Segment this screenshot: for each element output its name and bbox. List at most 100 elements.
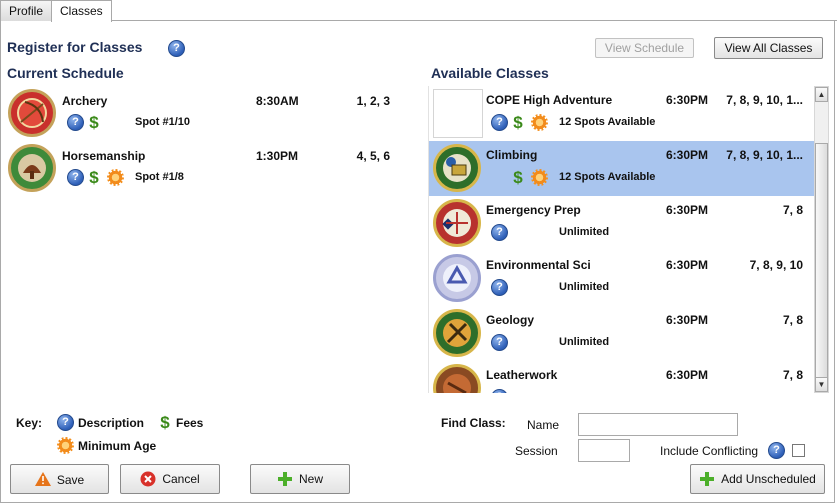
description-help-icon[interactable]: ? — [491, 389, 508, 393]
session-label: Session — [515, 444, 558, 458]
session-input[interactable] — [578, 439, 630, 462]
cancel-button[interactable]: Cancel — [120, 464, 220, 494]
availability-label: 12 Spots Available — [559, 116, 656, 128]
cope-badge-placeholder-icon — [433, 89, 483, 138]
fee-dollar-icon[interactable]: $ — [88, 169, 100, 186]
availability-label: Unlimited — [559, 281, 610, 293]
description-help-icon[interactable]: ? — [67, 169, 84, 186]
key-minimum-age-icon — [57, 437, 74, 454]
warning-icon — [34, 472, 51, 487]
description-help-icon[interactable]: ? — [491, 224, 508, 241]
available-row-climbing[interactable]: Climbing 6:30PM 7, 8, 9, 10, 1... $ 12 S… — [429, 141, 814, 196]
class-name: Horsemanship — [62, 149, 146, 163]
spot-label: Spot #1/10 — [135, 116, 191, 128]
key-fee-dollar-icon: $ — [160, 413, 170, 432]
class-sessions: 7, 8, 9, 10, 1... — [726, 148, 803, 162]
include-conflicting-label: Include Conflicting — [660, 444, 759, 458]
class-time: 6:30PM — [666, 258, 709, 272]
help-icon[interactable]: ? — [168, 40, 185, 57]
find-class-label: Find Class: — [441, 416, 506, 430]
class-name: Emergency Prep — [486, 203, 581, 217]
scroll-up-arrow-icon[interactable]: ▲ — [815, 87, 828, 102]
add-unscheduled-button[interactable]: Add Unscheduled — [690, 464, 825, 494]
description-help-icon[interactable]: ? — [491, 334, 508, 351]
minimum-age-icon[interactable] — [531, 169, 548, 186]
cancel-label: Cancel — [162, 472, 200, 486]
save-label: Save — [56, 472, 85, 487]
class-time: 8:30AM — [256, 94, 299, 108]
new-button[interactable]: New — [250, 464, 350, 494]
available-classes-list[interactable]: COPE High Adventure 6:30PM 7, 8, 9, 10, … — [428, 86, 814, 393]
plus-icon — [277, 472, 292, 486]
class-time: 6:30PM — [666, 313, 709, 327]
tab-bar: Profile Classes — [0, 0, 837, 22]
available-row-emergency-prep[interactable]: Emergency Prep 6:30PM 7, 8 ? Unlimited — [429, 196, 814, 251]
class-name: Environmental Sci — [486, 258, 591, 272]
available-row-cope[interactable]: COPE High Adventure 6:30PM 7, 8, 9, 10, … — [429, 86, 814, 141]
class-sessions: 1, 2, 3 — [356, 94, 390, 108]
minimum-age-icon[interactable] — [531, 114, 548, 131]
availability-label: Unlimited — [559, 226, 610, 238]
available-classes-heading: Available Classes — [431, 65, 549, 81]
emergency-prep-badge-icon — [433, 199, 481, 247]
save-button[interactable]: Save — [10, 464, 109, 494]
minimum-age-icon[interactable] — [107, 169, 124, 186]
class-sessions: 7, 8 — [782, 203, 803, 217]
archery-badge-icon — [8, 89, 56, 137]
class-name: Leatherwork — [486, 368, 558, 382]
class-sessions: 7, 8 — [782, 368, 803, 382]
new-label: New — [298, 472, 323, 486]
class-name: Archery — [62, 94, 108, 108]
class-sessions: 7, 8, 9, 10 — [749, 258, 803, 272]
key-description-label: Description — [78, 416, 145, 430]
scroll-thumb[interactable] — [815, 143, 828, 388]
key-minimum-age-label: Minimum Age — [78, 439, 157, 453]
description-help-icon[interactable]: ? — [67, 114, 84, 131]
available-row-geology[interactable]: Geology 6:30PM 7, 8 ? Unlimited — [429, 306, 814, 361]
available-row-environmental-sci[interactable]: Environmental Sci 6:30PM 7, 8, 9, 10 ? U… — [429, 251, 814, 306]
spot-label: Spot #1/8 — [135, 171, 184, 183]
class-time: 6:30PM — [666, 368, 709, 382]
schedule-row-archery[interactable]: Archery 8:30AM 1, 2, 3 ? $ Spot #1/10 — [0, 86, 410, 141]
name-input[interactable] — [578, 413, 738, 436]
geology-badge-icon — [433, 309, 481, 357]
available-list-scrollbar[interactable]: ▲ ▼ — [814, 86, 829, 393]
environmental-science-badge-icon — [433, 254, 481, 302]
schedule-row-horsemanship[interactable]: Horsemanship 1:30PM 4, 5, 6 ? $ Spot #1/… — [0, 141, 410, 196]
availability-label: Unlimited — [559, 336, 610, 348]
key-label: Key: — [16, 416, 43, 430]
include-conflicting-checkbox[interactable] — [792, 444, 805, 457]
available-row-leatherwork[interactable]: Leatherwork 6:30PM 7, 8 ? — [429, 361, 814, 393]
fee-dollar-icon[interactable]: $ — [512, 169, 524, 186]
climbing-badge-icon — [433, 144, 481, 192]
class-name: COPE High Adventure — [486, 93, 613, 107]
class-sessions: 4, 5, 6 — [356, 149, 390, 163]
horsemanship-badge-icon — [8, 144, 56, 192]
name-label: Name — [527, 418, 560, 432]
fee-dollar-icon[interactable]: $ — [88, 114, 100, 131]
view-all-classes-button[interactable]: View All Classes — [714, 37, 823, 59]
leatherwork-badge-icon — [433, 364, 481, 393]
tab-classes[interactable]: Classes — [51, 0, 112, 22]
class-time: 6:30PM — [666, 203, 709, 217]
class-sessions: 7, 8, 9, 10, 1... — [726, 93, 803, 107]
include-conflicting-help-icon[interactable]: ? — [768, 442, 785, 459]
plus-icon — [700, 472, 715, 486]
scroll-down-arrow-icon[interactable]: ▼ — [815, 377, 828, 392]
tab-profile[interactable]: Profile — [0, 0, 53, 21]
class-name: Climbing — [486, 148, 538, 162]
page-title: Register for Classes — [7, 39, 143, 55]
description-help-icon[interactable]: ? — [491, 114, 508, 131]
class-sessions: 7, 8 — [782, 313, 803, 327]
current-schedule-heading: Current Schedule — [7, 65, 124, 81]
availability-label: 12 Spots Available — [559, 171, 656, 183]
fee-dollar-icon[interactable]: $ — [512, 114, 524, 131]
description-help-icon[interactable]: ? — [491, 279, 508, 296]
class-name: Geology — [486, 313, 535, 327]
add-unscheduled-label: Add Unscheduled — [721, 472, 816, 486]
view-schedule-button[interactable]: View Schedule — [595, 38, 694, 58]
class-time: 1:30PM — [256, 149, 299, 163]
key-description-help-icon: ? — [57, 414, 74, 431]
class-time: 6:30PM — [666, 93, 709, 107]
cancel-x-icon — [140, 471, 156, 487]
